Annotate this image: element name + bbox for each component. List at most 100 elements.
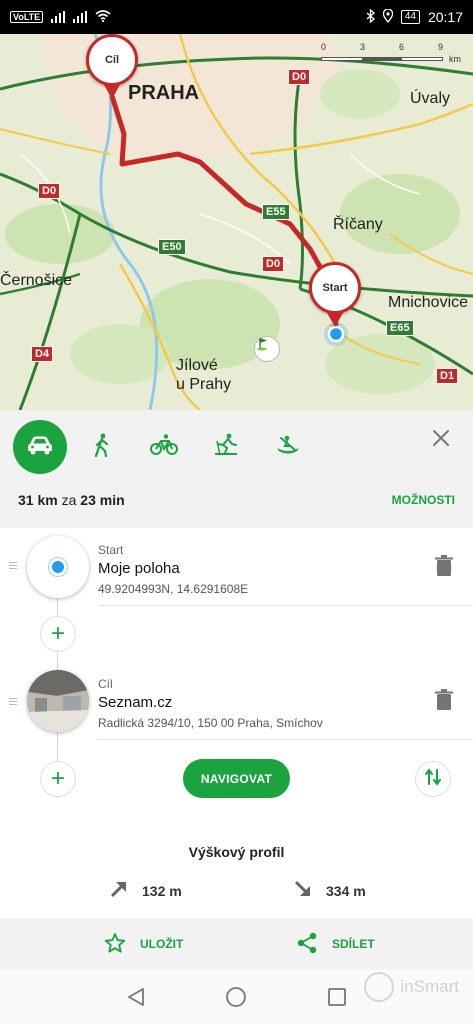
add-waypoint-button[interactable]: + (40, 616, 76, 652)
volte-badge: VoLTE (10, 11, 44, 23)
map-canvas (0, 34, 473, 410)
recents-square-icon (326, 988, 348, 1012)
road-tag-d1: D1 (436, 368, 459, 384)
scale-tick: 9 (437, 42, 443, 52)
scale-tick: 6 (398, 42, 404, 52)
ski-mode-button[interactable] (199, 420, 253, 474)
waypoint-name: Seznam.cz (98, 694, 173, 711)
road-tag-e55: E55 (262, 204, 290, 220)
route-duration: 23 min (80, 492, 125, 508)
bluetooth-icon (366, 8, 375, 26)
golf-poi-icon[interactable] (254, 336, 280, 362)
waypoint-name: Moje poloha (98, 560, 180, 577)
destination-pin-label: Cíl (104, 54, 120, 66)
ascent-value: 132 m (142, 882, 182, 899)
clock: 20:17 (427, 9, 463, 25)
close-button[interactable] (431, 428, 453, 450)
start-pin-label: Start (322, 282, 348, 294)
ski-icon (213, 433, 239, 462)
status-bar: VoLTE 44 20:17 (0, 0, 473, 34)
walk-mode-button[interactable] (75, 420, 129, 474)
waypoint-kind: Start (98, 543, 124, 557)
swap-icon (425, 767, 441, 791)
delete-start-button[interactable] (435, 555, 453, 577)
map-scale: 0 3 6 9 km (321, 42, 461, 64)
save-button[interactable]: ULOŽIT (104, 918, 183, 970)
transport-mode-bar: 31 km za 23 min MOŽNOSTI (0, 410, 473, 528)
place-ricany: Říčany (333, 216, 383, 233)
road-tag-e50: E50 (158, 239, 186, 255)
system-nav-bar: inSmart (0, 970, 473, 1024)
divider (98, 605, 473, 606)
map-view[interactable]: 0 3 6 9 km PRAHA Úvaly Říčany Černošice … (0, 34, 473, 410)
watermark-logo-icon (364, 972, 395, 1002)
scale-tick: 0 (321, 42, 327, 52)
place-praha: PRAHA (128, 82, 200, 104)
delete-destination-button[interactable] (435, 689, 453, 711)
signal-icon-2 (73, 11, 88, 23)
destination-pin[interactable]: Cíl (86, 34, 138, 86)
arrow-down-right-icon (294, 880, 312, 901)
scale-unit: km (449, 54, 461, 64)
car-mode-button[interactable] (13, 420, 67, 474)
drag-handle-icon[interactable] (9, 560, 17, 571)
boat-icon (275, 434, 301, 461)
add-waypoint-button[interactable]: + (40, 761, 76, 797)
save-label: ULOŽIT (140, 937, 184, 951)
boat-mode-button[interactable] (261, 420, 315, 474)
start-location-marker (27, 536, 89, 598)
start-pin[interactable]: Start (309, 262, 361, 314)
share-icon (296, 932, 318, 957)
star-icon (104, 932, 126, 957)
road-tag-e65: E65 (386, 320, 414, 336)
signal-icon (51, 11, 66, 23)
descent-value: 334 m (326, 882, 366, 899)
car-icon (26, 435, 54, 460)
trash-icon (435, 689, 453, 715)
elevation-descent: 334 m (294, 880, 366, 901)
watermark-text: inSmart (400, 977, 459, 996)
swap-waypoints-button[interactable] (415, 761, 451, 797)
route-joiner: za (61, 492, 77, 508)
road-tag-d4: D4 (31, 346, 54, 362)
waypoint-detail: Radlická 3294/10, 150 00 Praha, Smíchov (98, 716, 323, 730)
back-triangle-icon (125, 988, 147, 1012)
place-uvaly: Úvaly (410, 90, 451, 107)
options-button[interactable]: MOŽNOSTI (392, 493, 455, 507)
close-icon (431, 430, 451, 452)
waypoint-kind: Cíl (98, 677, 113, 691)
trash-icon (435, 555, 453, 581)
bike-mode-button[interactable] (137, 420, 191, 474)
destination-photo (27, 670, 89, 732)
place-jilove: Jílové u Prahy (176, 357, 232, 393)
road-tag-d0: D0 (38, 183, 61, 199)
waypoint-start[interactable]: Start Moje poloha 49.9204993N, 14.629160… (0, 532, 473, 608)
arrow-up-right-icon (110, 880, 128, 901)
recents-button[interactable] (326, 986, 348, 1013)
back-button[interactable] (125, 986, 147, 1013)
place-cernosice: Černošice (0, 272, 73, 289)
scale-tick: 3 (359, 42, 365, 52)
road-tag-d0: D0 (288, 69, 311, 85)
divider (98, 739, 473, 740)
battery-icon: 44 (400, 10, 420, 24)
elevation-ascent: 132 m (110, 880, 182, 901)
place-mnichovice: Mnichovice (388, 294, 469, 311)
watermark: inSmart (364, 972, 459, 1002)
elevation-title: Výškový profil (188, 844, 285, 860)
route-distance: 31 km (18, 492, 58, 508)
my-location-icon (49, 558, 67, 576)
plus-icon: + (50, 765, 65, 792)
navigate-button[interactable]: NAVIGOVAT (183, 759, 290, 798)
home-circle-icon (225, 987, 247, 1012)
share-button[interactable]: SDÍLET (296, 918, 375, 970)
road-tag-d0: D0 (262, 256, 285, 272)
route-summary: 31 km za 23 min (18, 492, 125, 508)
home-button[interactable] (225, 986, 247, 1013)
location-icon (382, 7, 394, 26)
plus-icon: + (50, 620, 65, 647)
walk-icon (93, 433, 111, 462)
waypoint-destination[interactable]: Cíl Seznam.cz Radlická 3294/10, 150 00 P… (0, 668, 473, 744)
share-label: SDÍLET (332, 937, 375, 951)
drag-handle-icon[interactable] (9, 696, 17, 707)
